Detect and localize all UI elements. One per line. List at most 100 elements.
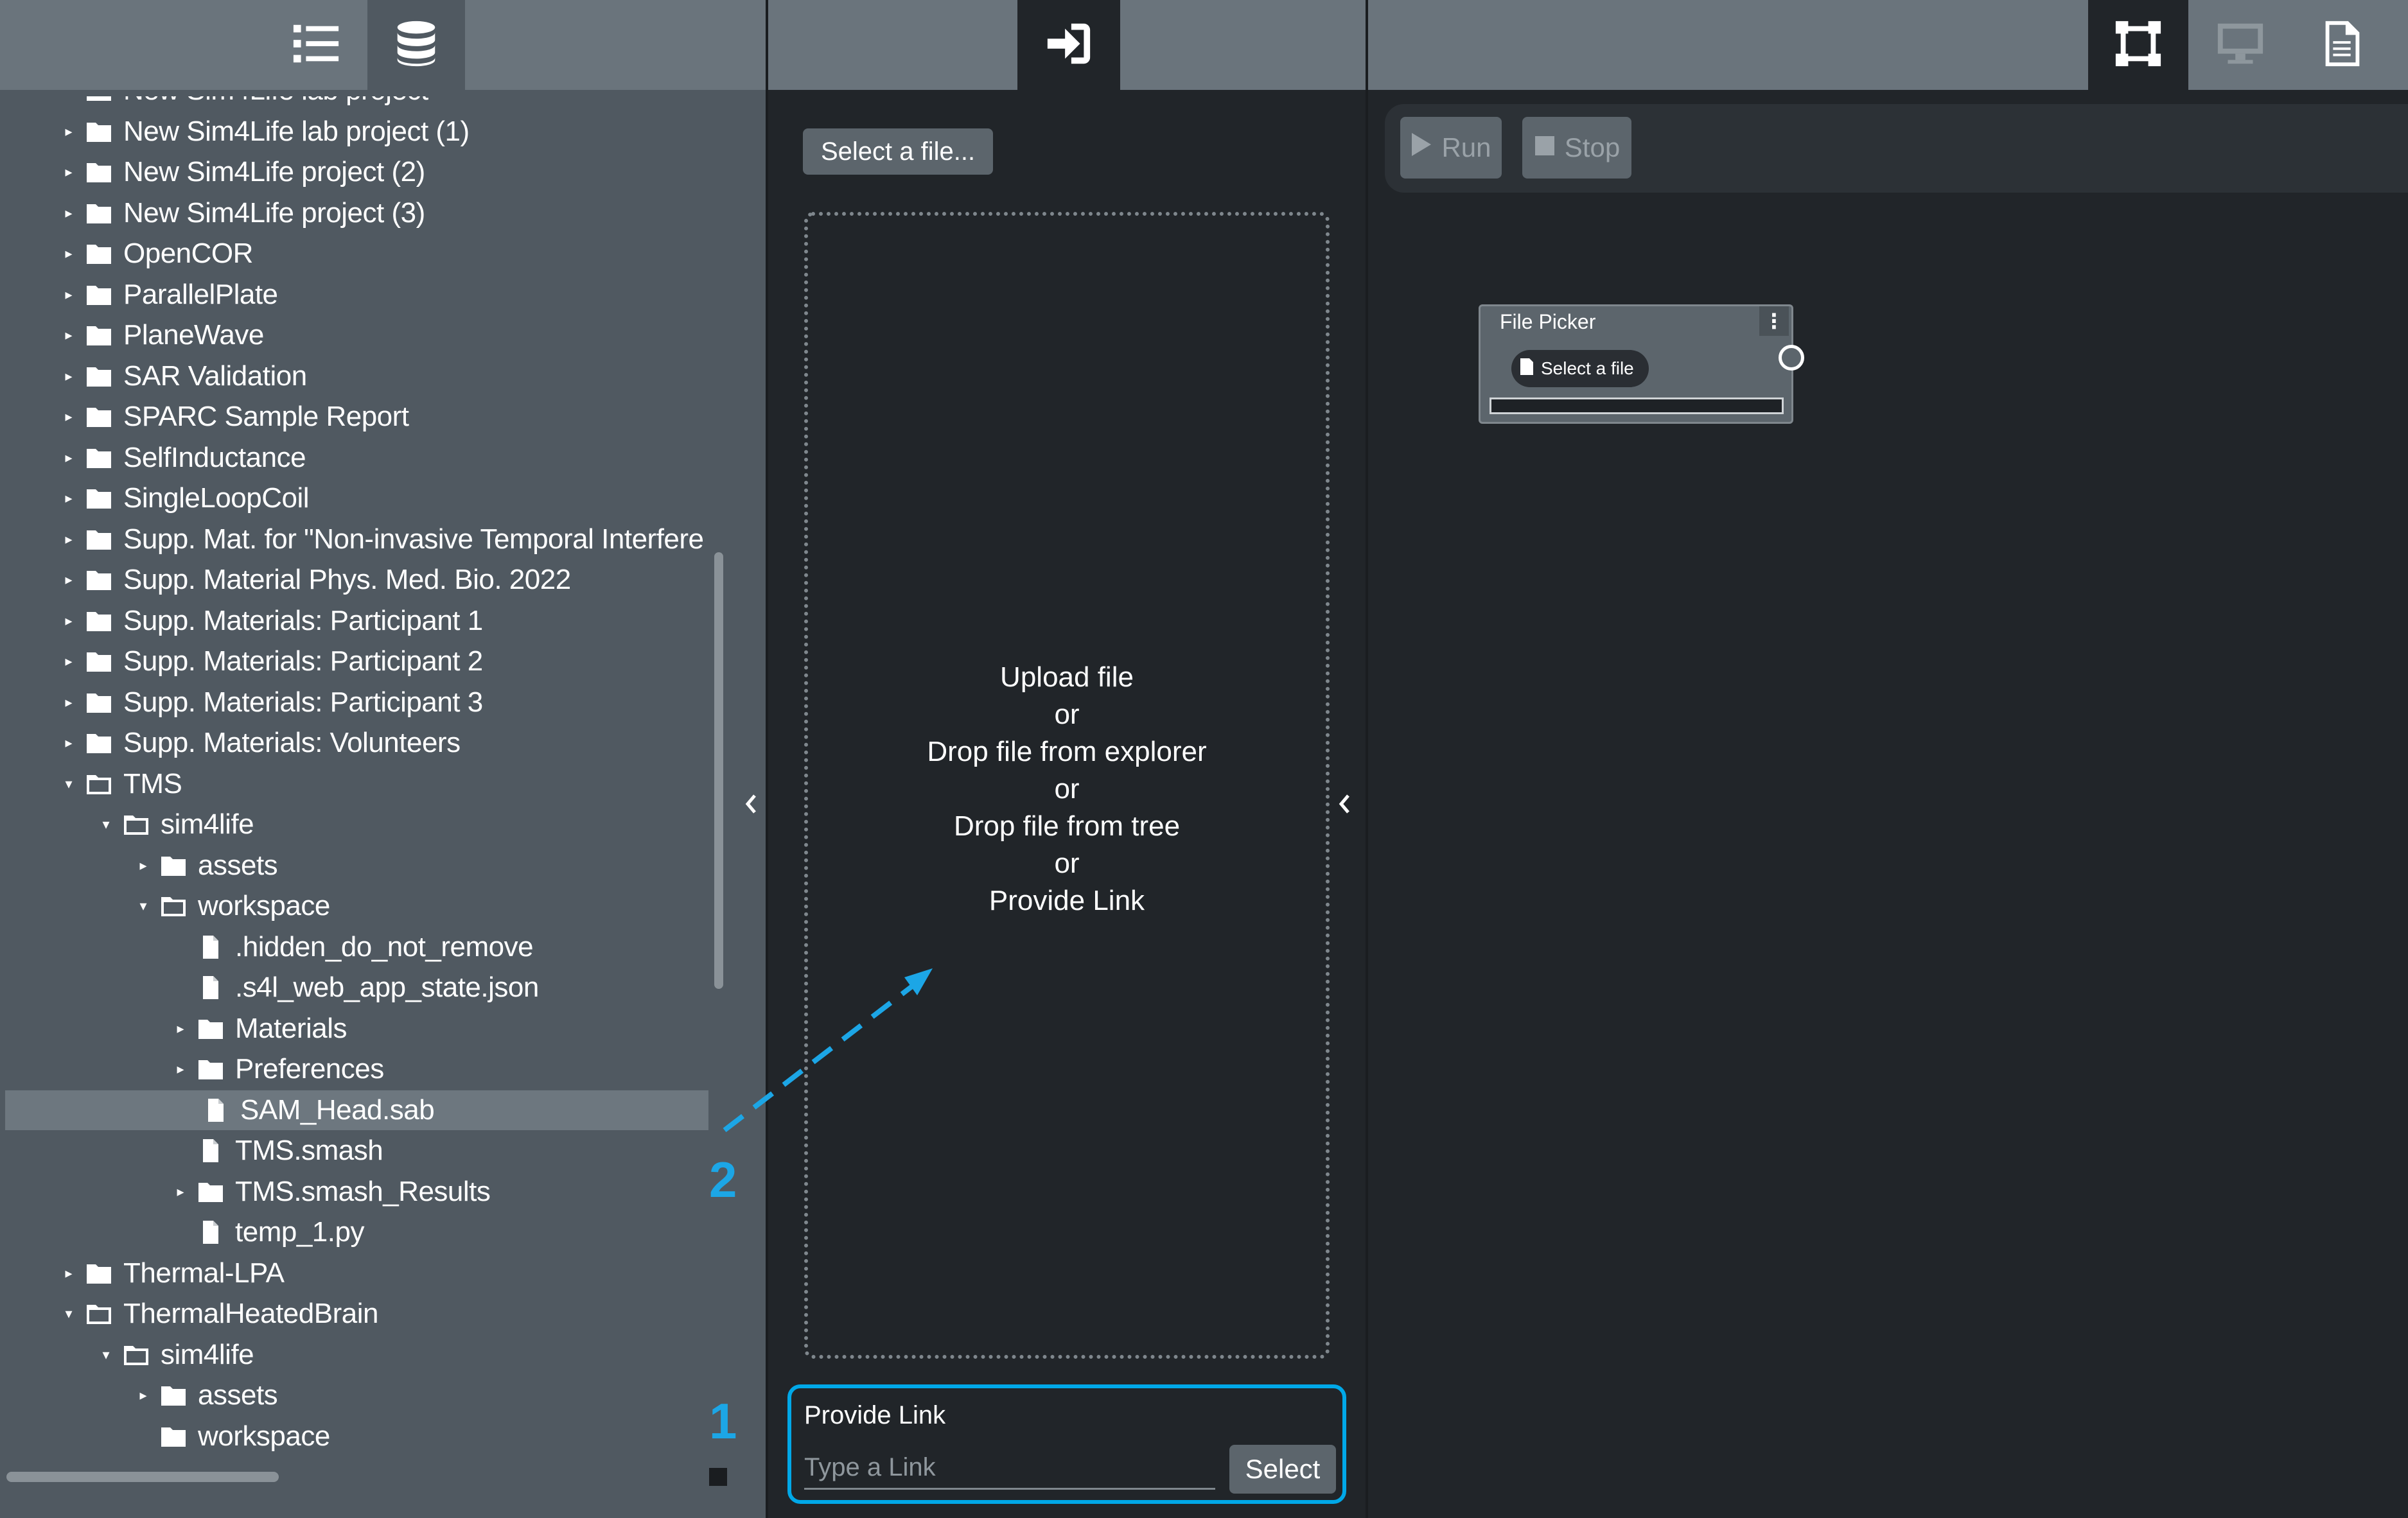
- drop-instruction-line: Drop file from explorer: [927, 736, 1207, 767]
- tree-file-item[interactable]: TMS.smash: [0, 1131, 713, 1171]
- caret-right-icon[interactable]: ▸: [135, 857, 152, 874]
- tree-file-item[interactable]: .hidden_do_not_remove: [0, 927, 713, 967]
- file-picker-node[interactable]: File Picker ⋮ Select a file: [1479, 304, 1804, 424]
- tree-folder-item[interactable]: New Sim4Life lab project: [0, 96, 713, 110]
- tree-folder-item[interactable]: ▾ sim4life: [0, 805, 713, 844]
- tree-folder-item[interactable]: ▸ Supp. Materials: Participant 2: [0, 641, 713, 681]
- chevron-left-icon: [1338, 793, 1352, 818]
- database-tab[interactable]: [367, 0, 465, 90]
- tree-folder-item[interactable]: ▸ Supp. Materials: Participant 3: [0, 683, 713, 722]
- tree-horizontal-scrollbar[interactable]: [6, 1472, 279, 1482]
- caret-right-icon[interactable]: ▸: [60, 613, 77, 629]
- collapse-middle-panel-button[interactable]: [1332, 786, 1358, 824]
- document-icon: [2317, 19, 2367, 72]
- tree-folder-item[interactable]: ▸ Preferences: [0, 1049, 713, 1089]
- tree-item-label: sim4life: [161, 808, 254, 840]
- tree-item-label: SPARC Sample Report: [123, 401, 409, 432]
- caret-right-icon[interactable]: ▸: [60, 245, 77, 262]
- caret-right-icon[interactable]: ▸: [60, 368, 77, 385]
- tree-item-label: Supp. Materials: Participant 2: [123, 645, 483, 677]
- output-tab[interactable]: [2190, 0, 2290, 90]
- caret-right-icon[interactable]: ▸: [60, 694, 77, 711]
- caret-down-icon[interactable]: ▾: [135, 898, 152, 914]
- folder-icon: [85, 119, 113, 144]
- caret-right-icon[interactable]: ▸: [60, 327, 77, 344]
- tree-folder-item[interactable]: ▸ New Sim4Life project (3): [0, 193, 713, 233]
- select-link-button[interactable]: Select: [1229, 1445, 1336, 1494]
- caret-down-icon[interactable]: ▾: [98, 1347, 114, 1363]
- tree-folder-item[interactable]: ▸ SAR Validation: [0, 356, 713, 396]
- tree-item-label: ThermalHeatedBrain: [123, 1298, 378, 1329]
- caret-right-icon[interactable]: ▸: [60, 449, 77, 466]
- folder-icon: [159, 1383, 188, 1408]
- caret-right-icon[interactable]: ▸: [172, 1061, 189, 1077]
- tree-file-item[interactable]: SAM_Head.sab: [5, 1090, 708, 1130]
- tree-file-item[interactable]: temp_1.py: [0, 1212, 713, 1252]
- tree-folder-item[interactable]: ▸ OpenCOR: [0, 234, 713, 274]
- tree-folder-item[interactable]: ▾ sim4life: [0, 1335, 713, 1375]
- caret-right-icon[interactable]: ▸: [60, 205, 77, 222]
- tree-folder-item[interactable]: workspace: [0, 1417, 713, 1456]
- link-input[interactable]: [804, 1447, 1215, 1490]
- tree-folder-item[interactable]: ▸ SPARC Sample Report: [0, 397, 713, 437]
- tree-item-label: New Sim4Life lab project (1): [123, 116, 470, 147]
- caret-right-icon[interactable]: ▸: [60, 1265, 77, 1282]
- tree-folder-item[interactable]: ▸ SingleLoopCoil: [0, 478, 713, 518]
- tree-item-label: PlaneWave: [123, 319, 264, 351]
- inputs-tab[interactable]: [1017, 0, 1120, 90]
- tree-folder-item[interactable]: ▸ Supp. Materials: Participant 1: [0, 601, 713, 641]
- tree-folder-item[interactable]: ▸ TMS.smash_Results: [0, 1172, 713, 1212]
- logger-tab[interactable]: [2292, 0, 2392, 90]
- caret-right-icon[interactable]: ▸: [172, 1020, 189, 1037]
- caret-spacer: [135, 1428, 152, 1445]
- tree-vertical-scrollbar[interactable]: [714, 552, 723, 989]
- tree-folder-item[interactable]: ▸ New Sim4Life project (2): [0, 152, 713, 192]
- select-file-button[interactable]: Select a file...: [803, 128, 993, 175]
- tree-item-label: TMS: [123, 768, 182, 799]
- caret-down-icon[interactable]: ▾: [60, 1305, 77, 1322]
- tree-folder-item[interactable]: ▸ assets: [0, 846, 713, 886]
- tree-folder-item[interactable]: ▾ ThermalHeatedBrain: [0, 1294, 713, 1334]
- caret-down-icon[interactable]: ▾: [60, 776, 77, 792]
- caret-right-icon[interactable]: ▸: [135, 1387, 152, 1404]
- caret-right-icon[interactable]: ▸: [60, 653, 77, 670]
- tree-item-label: SelfInductance: [123, 442, 306, 473]
- tree-folder-item[interactable]: ▸ Thermal-LPA: [0, 1253, 713, 1293]
- tree-folder-item[interactable]: ▸ Supp. Materials: Volunteers: [0, 723, 713, 763]
- run-button[interactable]: Run: [1400, 117, 1502, 179]
- caret-right-icon[interactable]: ▸: [60, 408, 77, 425]
- caret-right-icon[interactable]: ▸: [60, 735, 77, 751]
- tree-folder-item[interactable]: ▸ Supp. Material Phys. Med. Bio. 2022: [0, 560, 713, 600]
- tree-folder-item[interactable]: ▸ Supp. Mat. for "Non-invasive Temporal I…: [0, 519, 713, 559]
- caret-right-icon[interactable]: ▸: [60, 531, 77, 548]
- tree-folder-item[interactable]: ▾ TMS: [0, 764, 713, 804]
- tree-folder-item[interactable]: ▾ workspace: [0, 886, 713, 926]
- tree-folder-item[interactable]: ▸ PlaneWave: [0, 315, 713, 355]
- caret-right-icon[interactable]: ▸: [60, 571, 77, 588]
- node-menu-button[interactable]: ⋮: [1759, 306, 1789, 336]
- list-view-tab[interactable]: [267, 0, 365, 90]
- caret-down-icon[interactable]: ▾: [98, 816, 114, 833]
- node-output-port[interactable]: [1779, 345, 1804, 371]
- tree-folder-item[interactable]: ▸ New Sim4Life lab project (1): [0, 112, 713, 152]
- caret-right-icon[interactable]: ▸: [60, 164, 77, 180]
- tree-folder-item[interactable]: ▸ assets: [0, 1375, 713, 1415]
- folder-icon: [85, 404, 113, 430]
- folder-icon: [85, 96, 113, 103]
- caret-right-icon[interactable]: ▸: [172, 1183, 189, 1200]
- tree-item-label: New Sim4Life project (2): [123, 156, 425, 188]
- tree-folder-item[interactable]: ▸ SelfInductance: [0, 438, 713, 478]
- workbench-icon: [2113, 19, 2163, 72]
- caret-right-icon[interactable]: ▸: [60, 123, 77, 140]
- tree-folder-item[interactable]: ▸ ParallelPlate: [0, 275, 713, 315]
- caret-right-icon[interactable]: ▸: [60, 490, 77, 507]
- caret-right-icon[interactable]: ▸: [60, 286, 77, 303]
- tree-file-item[interactable]: .s4l_web_app_state.json: [0, 968, 713, 1008]
- node-select-file-button[interactable]: Select a file: [1511, 350, 1649, 387]
- stop-button[interactable]: Stop: [1522, 117, 1631, 179]
- tree-item-label: Preferences: [235, 1053, 384, 1085]
- workbench-tab[interactable]: [2088, 0, 2188, 90]
- tree-folder-item[interactable]: ▸ Materials: [0, 1009, 713, 1049]
- file-drop-zone[interactable]: Upload file or Drop file from explorer or Dr…: [804, 212, 1330, 1359]
- collapse-left-panel-button[interactable]: [739, 786, 764, 824]
